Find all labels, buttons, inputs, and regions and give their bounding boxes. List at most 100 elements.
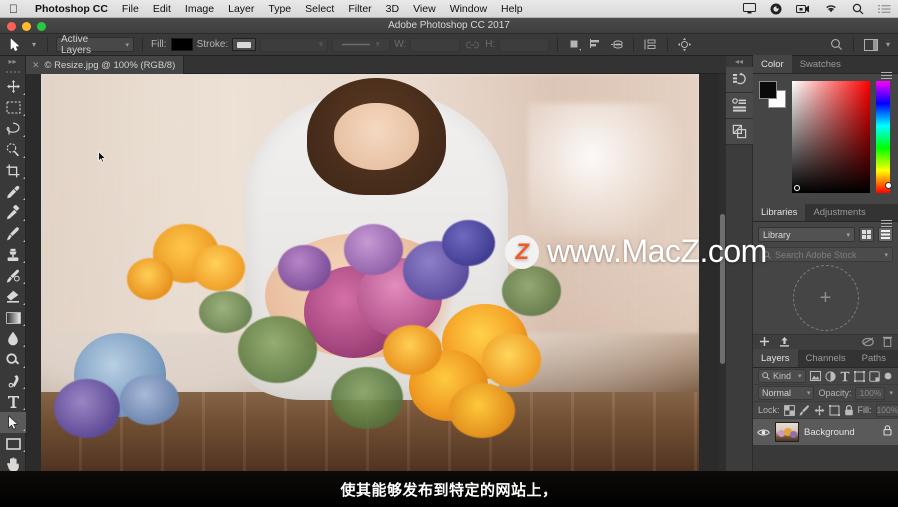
zoom-button[interactable] (37, 22, 46, 31)
upload-icon[interactable] (779, 336, 790, 350)
library-select[interactable]: Library ▾ (758, 227, 855, 242)
lock-transparency-icon[interactable] (783, 404, 795, 417)
tab-swatches[interactable]: Swatches (792, 55, 849, 73)
panel-menu-icon[interactable] (894, 366, 898, 367)
stock-search-input[interactable]: Search Adobe Stock ▾ (758, 247, 893, 262)
workspace-chevron-down-icon[interactable]: ▾ (883, 40, 893, 49)
panel-menu-icon[interactable] (875, 72, 898, 73)
layer-name[interactable]: Background (804, 427, 855, 438)
tab-channels[interactable]: Channels (798, 349, 854, 367)
blend-mode-select[interactable]: Normal ▾ (758, 386, 815, 400)
library-dropzone[interactable]: + (758, 265, 893, 331)
gradient-tool[interactable] (0, 307, 26, 328)
tab-color[interactable]: Color (753, 55, 792, 73)
fill-color-swatch[interactable] (170, 38, 193, 51)
link-icon[interactable] (464, 36, 481, 53)
add-element-icon[interactable] (759, 336, 770, 350)
menu-item-edit[interactable]: Edit (146, 3, 178, 15)
document-image[interactable] (41, 74, 699, 492)
healing-brush-tool[interactable] (0, 202, 26, 223)
menu-item-image[interactable]: Image (178, 3, 221, 15)
dropzone-circle[interactable]: + (792, 265, 859, 331)
menu-item-select[interactable]: Select (298, 3, 341, 15)
layer-comps-panel-button[interactable] (726, 119, 753, 145)
close-icon[interactable]: ✕ (32, 60, 40, 71)
screen-record-icon[interactable] (789, 4, 817, 14)
color-panel-swatches[interactable] (759, 81, 786, 108)
dropbox-icon[interactable] (763, 3, 789, 15)
control-center-icon[interactable] (871, 4, 898, 14)
align-3d-icon[interactable] (608, 36, 625, 53)
color-picker-handle[interactable] (794, 185, 800, 191)
history-brush-tool[interactable] (0, 265, 26, 286)
shape-filter-icon[interactable] (853, 370, 865, 383)
blur-tool[interactable] (0, 328, 26, 349)
eraser-tool[interactable] (0, 286, 26, 307)
move-tool-icon[interactable] (5, 36, 25, 54)
hue-slider[interactable] (876, 81, 892, 193)
lock-image-icon[interactable] (799, 404, 810, 417)
chevron-down-icon[interactable]: ▾ (884, 251, 888, 259)
arrange-icon[interactable] (642, 36, 659, 53)
path-selection-tool[interactable] (0, 412, 26, 433)
search-icon[interactable] (845, 3, 871, 15)
brush-tool[interactable] (0, 223, 26, 244)
type-filter-icon[interactable] (840, 370, 850, 383)
tool-preset-chevron-down-icon[interactable]: ▾ (29, 40, 39, 49)
stroke-color-swatch[interactable] (232, 38, 257, 51)
wifi-icon[interactable] (817, 3, 845, 14)
menu-item-type[interactable]: Type (261, 3, 298, 15)
layer-thumbnail[interactable] (775, 422, 799, 442)
hue-slider-handle[interactable] (885, 182, 892, 189)
lock-position-icon[interactable] (814, 404, 825, 417)
workspace-icon[interactable] (862, 36, 879, 53)
menu-item-window[interactable]: Window (443, 3, 494, 15)
menu-item-filter[interactable]: Filter (341, 3, 378, 15)
height-field[interactable] (499, 37, 550, 52)
apple-icon[interactable]:  (0, 3, 28, 15)
lock-all-icon[interactable] (844, 404, 854, 417)
canvas-vertical-scrollbar[interactable] (719, 74, 726, 492)
menu-item-file[interactable]: File (115, 3, 146, 15)
fill-value[interactable]: 100% (875, 403, 898, 417)
dodge-tool[interactable] (0, 349, 26, 370)
stroke-style-select[interactable]: ▾ (332, 37, 391, 52)
lasso-tool[interactable] (0, 118, 26, 139)
clone-stamp-tool[interactable] (0, 244, 26, 265)
move-tool[interactable] (0, 76, 26, 97)
adjustment-filter-icon[interactable] (824, 370, 836, 383)
rectangle-tool[interactable] (0, 433, 26, 454)
distribute-icon[interactable] (587, 36, 604, 53)
document-tab[interactable]: ✕ © Resize.jpg @ 100% (RGB/8) (26, 56, 185, 74)
eye-icon[interactable] (757, 426, 770, 439)
width-field[interactable] (410, 37, 461, 52)
menu-item-app[interactable]: Photoshop CC (28, 3, 115, 15)
layer-target-select[interactable]: Active Layers ▾ (56, 34, 134, 56)
eyedropper-tool[interactable] (0, 181, 26, 202)
grid-view-icon[interactable] (859, 227, 874, 242)
stroke-width-field[interactable]: ▾ (260, 37, 329, 52)
crop-tool[interactable] (0, 160, 26, 181)
menu-item-help[interactable]: Help (494, 3, 530, 15)
list-view-icon[interactable] (878, 227, 893, 242)
tab-paths[interactable]: Paths (854, 349, 894, 367)
minimize-button[interactable] (22, 22, 31, 31)
properties-panel-button[interactable] (726, 93, 753, 119)
marquee-tool[interactable] (0, 97, 26, 118)
opacity-value[interactable]: 100% (855, 386, 886, 400)
close-button[interactable] (7, 22, 16, 31)
menu-item-view[interactable]: View (406, 3, 443, 15)
delete-icon[interactable] (883, 336, 892, 350)
tab-libraries[interactable]: Libraries (753, 203, 806, 221)
tab-layers[interactable]: Layers (753, 349, 798, 367)
align-edges-icon[interactable] (566, 36, 583, 53)
quick-selection-tool[interactable] (0, 139, 26, 160)
panel-menu-icon[interactable] (875, 220, 898, 221)
pen-tool[interactable] (0, 370, 26, 391)
history-panel-button[interactable] (726, 67, 753, 93)
layer-filter-kind-select[interactable]: Kind ▾ (758, 369, 806, 383)
sync-icon[interactable] (862, 336, 874, 350)
filter-toggle-icon[interactable] (884, 370, 894, 383)
scrollbar-thumb[interactable] (720, 214, 725, 364)
lock-icon[interactable] (883, 425, 892, 439)
